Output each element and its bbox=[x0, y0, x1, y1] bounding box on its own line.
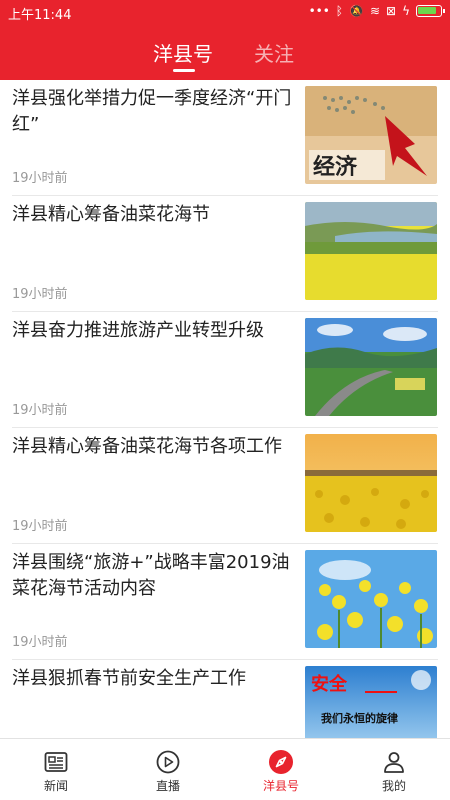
nav-yangxianhao[interactable]: 洋县号 bbox=[225, 739, 337, 800]
article-title: 洋县围绕“旅游+”战略丰富2019油菜花海节活动内容 bbox=[12, 552, 290, 599]
top-tabs: 洋县号 关注 bbox=[0, 36, 450, 76]
tab-follow[interactable]: 关注 bbox=[254, 38, 294, 67]
newspaper-icon bbox=[44, 752, 68, 772]
person-icon bbox=[384, 752, 404, 773]
thumb-text-slogan: 我们永恒的旋律 bbox=[321, 711, 398, 725]
nav-live[interactable]: 直播 bbox=[112, 739, 224, 800]
status-bar: 上午11:44 ••• ᛒ 🔕 ≋ ⊠ ϟ bbox=[0, 0, 450, 24]
article-item[interactable]: 洋县强化举措力促一季度经济“开门红” 19小时前 经济 bbox=[0, 80, 450, 196]
article-item[interactable]: 洋县奋力推进旅游产业转型升级 19小时前 bbox=[0, 312, 450, 428]
bluetooth-icon: ᛒ bbox=[335, 4, 343, 18]
article-thumbnail bbox=[305, 550, 437, 648]
article-item[interactable]: 洋县精心筹备油菜花海节 19小时前 bbox=[0, 196, 450, 312]
article-title: 洋县狠抓春节前安全生产工作 bbox=[12, 668, 246, 689]
article-item[interactable]: 洋县狠抓春节前安全生产工作 安全 我们永恒的旋律 bbox=[0, 660, 450, 738]
app-header: 上午11:44 ••• ᛒ 🔕 ≋ ⊠ ϟ 洋县号 关注 bbox=[0, 0, 450, 80]
dots-icon: ••• bbox=[308, 4, 330, 18]
article-thumbnail: 安全 我们永恒的旋律 bbox=[305, 666, 437, 738]
article-item[interactable]: 洋县围绕“旅游+”战略丰富2019油菜花海节活动内容 19小时前 bbox=[0, 544, 450, 660]
article-thumbnail: 经济 bbox=[305, 86, 437, 184]
svg-text:经济: 经济 bbox=[313, 154, 358, 180]
sim-icon: ⊠ bbox=[386, 4, 397, 18]
article-time: 19小时前 bbox=[12, 519, 68, 534]
nav-label: 直播 bbox=[155, 779, 180, 793]
article-title: 洋县强化举措力促一季度经济“开门红” bbox=[12, 88, 292, 135]
nav-label: 我的 bbox=[381, 779, 406, 793]
nav-label: 洋县号 bbox=[262, 779, 299, 793]
article-thumbnail bbox=[305, 318, 437, 416]
article-time: 19小时前 bbox=[12, 403, 68, 418]
article-time: 19小时前 bbox=[12, 635, 68, 650]
article-item[interactable]: 洋县精心筹备油菜花海节各项工作 19小时前 bbox=[0, 428, 450, 544]
compass-icon bbox=[269, 750, 293, 774]
play-icon bbox=[156, 750, 180, 774]
thumb-text-safety: 安全 bbox=[311, 673, 348, 695]
nav-mine[interactable]: 我的 bbox=[338, 739, 450, 800]
battery-icon bbox=[416, 5, 445, 17]
article-list[interactable]: 洋县强化举措力促一季度经济“开门红” 19小时前 经济 洋县精心筹备油菜花海节 … bbox=[0, 80, 450, 738]
article-title: 洋县奋力推进旅游产业转型升级 bbox=[12, 320, 264, 341]
status-icons: ••• ᛒ 🔕 ≋ ⊠ ϟ bbox=[308, 3, 445, 19]
charging-icon: ϟ bbox=[402, 4, 410, 18]
article-thumbnail bbox=[305, 434, 437, 532]
article-title: 洋县精心筹备油菜花海节各项工作 bbox=[12, 436, 282, 457]
article-thumbnail bbox=[305, 202, 437, 300]
tab-yangxianhao[interactable]: 洋县号 bbox=[153, 38, 213, 67]
tab-indicator bbox=[173, 69, 195, 72]
wifi-icon: ≋ bbox=[369, 4, 381, 18]
nav-news[interactable]: 新闻 bbox=[0, 739, 112, 800]
article-time: 19小时前 bbox=[12, 287, 68, 302]
nav-label: 新闻 bbox=[43, 779, 68, 793]
article-time: 19小时前 bbox=[12, 171, 68, 186]
bottom-nav: 新闻 直播 洋县号 我的 bbox=[0, 738, 450, 800]
mute-icon: 🔕 bbox=[349, 4, 364, 18]
article-title: 洋县精心筹备油菜花海节 bbox=[12, 204, 210, 225]
status-time: 上午11:44 bbox=[8, 8, 72, 23]
